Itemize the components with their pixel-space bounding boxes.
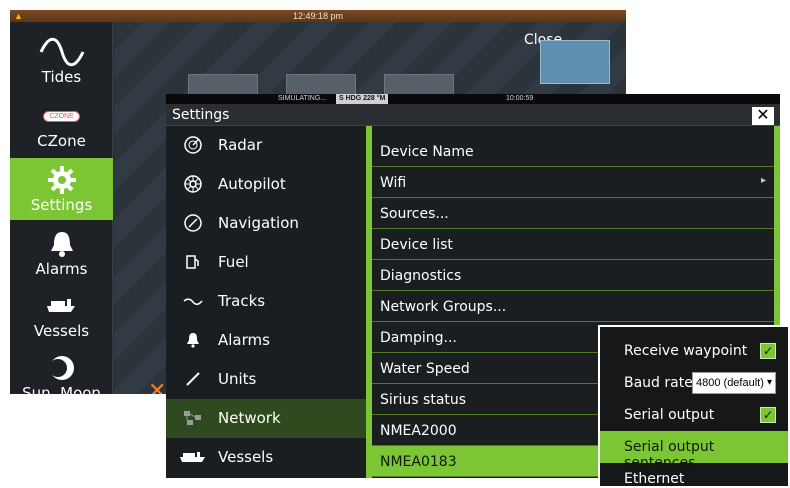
network-item-sources[interactable]: Sources... xyxy=(372,198,774,229)
settings-item-alarms[interactable]: Alarms xyxy=(166,321,366,360)
moon-icon xyxy=(10,352,113,384)
network-item-network-groups[interactable]: Network Groups... xyxy=(372,291,774,322)
cross-icon: ✕ xyxy=(148,378,167,394)
settings-item-tracks[interactable]: Tracks xyxy=(166,282,366,321)
popup-item-baud-rate[interactable]: Baud rate 4800 (default) ▾ xyxy=(600,367,788,399)
sidebar-item-sun-moon[interactable]: Sun, Moon xyxy=(10,346,113,394)
settings-item-units[interactable]: Units xyxy=(166,360,366,399)
czone-logo-icon: CZONE xyxy=(10,100,113,132)
autopilot-icon xyxy=(182,173,204,195)
sidebar-item-czone[interactable]: CZONE CZone xyxy=(10,94,113,156)
simulator-status-bar: SIMULATING... S HDG 228 °M 10:00:59 xyxy=(166,94,780,104)
serial-output-checkbox[interactable]: ✓ xyxy=(760,407,776,423)
network-item-wifi[interactable]: Wifi ▸ xyxy=(372,167,774,198)
vessel-icon xyxy=(178,446,208,468)
chevron-down-icon: ▾ xyxy=(766,377,772,388)
network-item-device-list[interactable]: Device list xyxy=(372,229,774,260)
popup-item-ethernet[interactable]: Ethernet xyxy=(600,463,788,488)
dialog-title: Settings xyxy=(172,107,230,123)
settings-item-vessels[interactable]: Vessels xyxy=(166,438,366,477)
baud-rate-select[interactable]: 4800 (default) ▾ xyxy=(692,372,776,394)
bell-icon xyxy=(182,329,204,351)
map-thumbnail[interactable] xyxy=(540,40,610,84)
settings-item-autopilot[interactable]: Autopilot xyxy=(166,165,366,204)
gear-icon xyxy=(10,164,113,196)
popup-item-serial-output[interactable]: Serial output ✓ xyxy=(600,399,788,431)
chevron-right-icon: ▸ xyxy=(760,175,766,186)
home-sidebar: Tides CZONE CZone Settings Alarms Vessel… xyxy=(10,22,113,394)
bell-icon xyxy=(10,228,113,260)
tide-wave-icon xyxy=(10,36,113,68)
warning-icon[interactable]: ▲ xyxy=(14,10,23,22)
settings-item-network[interactable]: Network xyxy=(166,399,366,438)
settings-item-radar[interactable]: Radar xyxy=(166,126,366,165)
settings-category-list: Radar Autopilot Navigation Fuel Tracks A… xyxy=(166,126,366,478)
tracks-icon xyxy=(182,290,204,312)
sidebar-item-vessels[interactable]: Vessels xyxy=(10,284,113,346)
clock: 12:49:18 pm xyxy=(292,11,344,21)
receive-waypoint-checkbox[interactable]: ✓ xyxy=(760,343,776,359)
nmea0183-popup: Receive waypoint ✓ Baud rate 4800 (defau… xyxy=(598,325,790,488)
sidebar-item-tides[interactable]: Tides xyxy=(10,30,113,92)
navigation-icon xyxy=(182,212,204,234)
popup-item-serial-output-sentences[interactable]: Serial output sentences... xyxy=(600,431,788,471)
dialog-title-bar: Settings ✕ xyxy=(166,104,780,126)
sidebar-item-alarms[interactable]: Alarms xyxy=(10,222,113,284)
popup-item-receive-waypoint[interactable]: Receive waypoint ✓ xyxy=(600,335,788,367)
network-icon xyxy=(182,407,204,429)
settings-item-navigation[interactable]: Navigation xyxy=(166,204,366,243)
sidebar-item-settings[interactable]: Settings xyxy=(10,158,113,220)
units-icon xyxy=(182,368,204,390)
radar-icon xyxy=(182,134,204,156)
vessel-icon xyxy=(10,290,113,322)
network-item-device-name[interactable]: Device Name xyxy=(372,136,774,167)
heading-readout: S HDG 228 °M xyxy=(336,94,389,104)
status-time: 10:00:59 xyxy=(506,95,534,102)
fuel-icon xyxy=(182,251,204,273)
settings-item-fuel[interactable]: Fuel xyxy=(166,243,366,282)
network-item-diagnostics[interactable]: Diagnostics xyxy=(372,260,774,291)
dialog-close-button[interactable]: ✕ xyxy=(752,107,774,125)
simulating-label: SIMULATING... xyxy=(278,95,327,102)
status-bar: ▲ 12:49:18 pm xyxy=(10,10,626,22)
